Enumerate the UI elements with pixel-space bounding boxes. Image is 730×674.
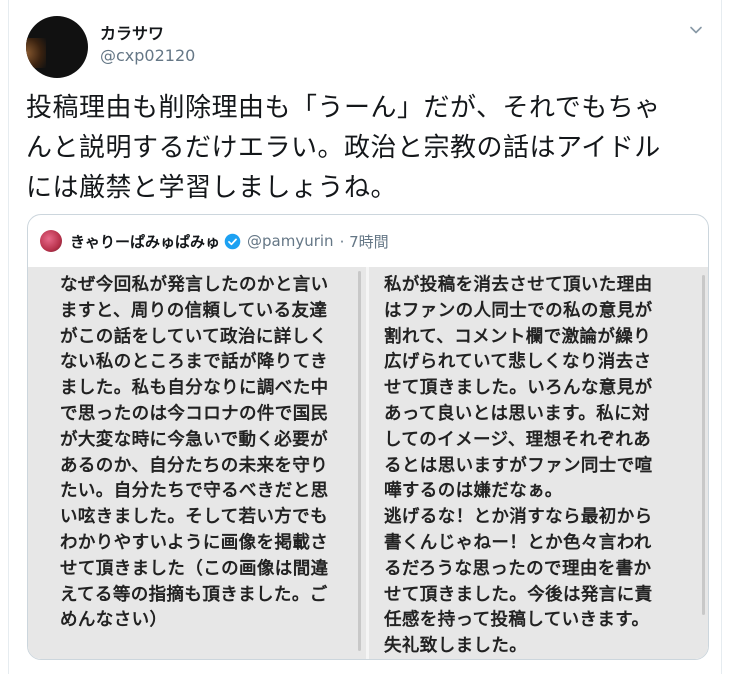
image-text-line: がこの話をしていて政治に詳しく	[60, 326, 328, 347]
quoted-tweet[interactable]: きゃりーぱみゅぱみゅ @pamyurin · 7時間 なぜ今回私が発言したのかと…	[27, 214, 709, 660]
scrollbar	[702, 275, 705, 615]
quoted-image[interactable]: なぜ今回私が発言したのかと言い ますと、周りの信頼している友達 がこの話をしてい…	[28, 267, 708, 659]
tweet-text-line: 投稿理由も削除理由も「うーん」だが、それでもちゃ	[26, 93, 661, 123]
author-name[interactable]: カラサワ	[100, 20, 164, 44]
image-text-line: めんなさい）	[60, 610, 168, 631]
tweet-text-line: んと説明するだけエラい。政治と宗教の話はアイドル	[26, 133, 661, 163]
tweet-text: 投稿理由も削除理由も「うーん」だが、それでもちゃ んと説明するだけエラい。政治と…	[26, 88, 706, 208]
image-text-line: せて頂きました（この画像は間違	[60, 558, 329, 579]
image-text-line: 私が投稿を消去させて頂いた理由	[384, 275, 653, 295]
image-text-line: はファンの人同士での私の意見が	[384, 300, 653, 321]
image-text-line: あるのか、自分たちの未来を守り	[60, 455, 329, 476]
image-text-line: るだろうな思ったので理由を書か	[384, 558, 652, 579]
image-text-line: 任感を持って投稿していきます。	[384, 610, 650, 631]
column-divider	[366, 267, 369, 659]
image-text-line: 失礼致しました。	[384, 636, 528, 657]
image-text-line: で思ったのは今コロナの件で国民	[60, 403, 329, 424]
image-text-line: 逃げるな！とか消すなら最初から	[384, 507, 653, 528]
image-text-line: せて頂きました。いろんな意見が	[384, 378, 653, 399]
author-handle[interactable]: @cxp02120	[100, 46, 195, 65]
chevron-down-icon[interactable]	[688, 22, 704, 38]
image-text-left-column: なぜ今回私が発言したのかと言い ますと、周りの信頼している友達 がこの話をしてい…	[60, 273, 329, 634]
scrollbar	[358, 271, 361, 651]
image-text-line: ない私のところまで話が降りてき	[60, 352, 328, 373]
image-text-line: るとは思いますがファン同士で喧	[384, 455, 653, 476]
image-text-line: が大変な時に今急いで動く必要が	[60, 429, 328, 450]
image-text-right-column: 私が投稿を消去させて頂いた理由 はファンの人同士での私の意見が 割れて、コメント…	[384, 273, 653, 659]
image-text-line: い呟きました。そして若い方でも	[60, 507, 328, 528]
quoted-tweet-header: きゃりーぱみゅぱみゅ @pamyurin · 7時間	[40, 229, 389, 253]
image-text-line: してのイメージ、理想それぞれあ	[384, 429, 652, 450]
image-text-line: ますと、周りの信頼している友達	[60, 300, 328, 321]
image-text-line: あって良いとは思います。私に対	[384, 403, 650, 424]
tweet-text-line: には厳禁と学習しましょうね。	[26, 173, 398, 203]
verified-badge-icon	[224, 233, 241, 249]
image-text-line: 書くんじゃねー！とか色々言われ	[384, 532, 652, 553]
image-text-line: 広げられていて悲しくなり消去さ	[384, 352, 652, 373]
quoted-avatar[interactable]	[40, 230, 62, 252]
image-text-line: ました。私も自分なりに調べた中	[60, 378, 329, 399]
quoted-timestamp[interactable]: · 7時間	[340, 231, 389, 252]
image-text-line: たい。自分たちで守るべきだと思	[60, 481, 329, 502]
image-text-line: せて頂きました。今後は発言に責	[384, 584, 653, 605]
image-text-line: 嘩するのは嫌だなぁ。	[384, 481, 563, 502]
quoted-author-handle[interactable]: @pamyurin	[247, 232, 334, 250]
image-text-line: なぜ今回私が発言したのかと言い	[60, 275, 329, 295]
image-text-line: えてる等の指摘も頂きました。ご	[60, 584, 328, 605]
avatar[interactable]	[26, 16, 88, 78]
quoted-author-name[interactable]: きゃりーぱみゅぱみゅ	[70, 231, 220, 252]
image-text-line: わかりやすいように画像を掲載さ	[60, 532, 329, 553]
image-text-line: 割れて、コメント欄で激論が繰り	[384, 326, 652, 347]
